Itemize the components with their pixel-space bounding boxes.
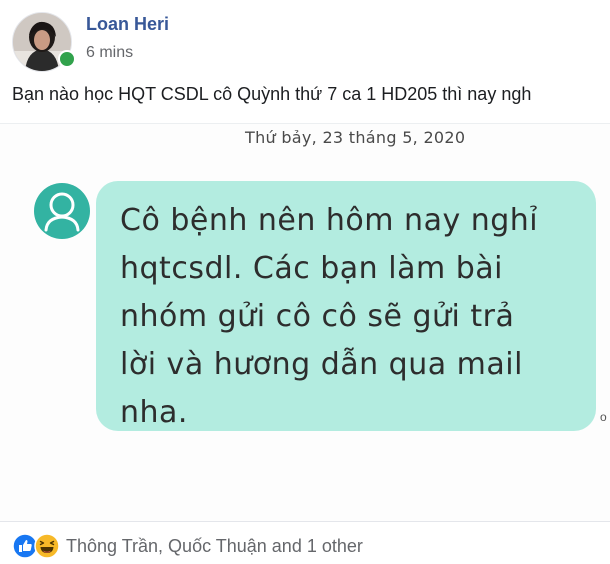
message-line: Cô bệnh nên hôm nay nghỉ	[120, 203, 539, 238]
message-line: nhóm gửi cô cô sẽ gửi trả	[120, 299, 515, 334]
message-line: hqtcsdl. Các bạn làm bài	[120, 251, 503, 286]
author-name[interactable]: Loan Heri	[86, 14, 169, 35]
post-timestamp[interactable]: 6 mins	[86, 44, 133, 62]
haha-icon	[34, 533, 60, 559]
side-mark: o	[600, 410, 607, 424]
chat-date-header: Thứ bảy, 23 tháng 5, 2020	[245, 128, 466, 147]
message-line: nha.	[120, 395, 188, 430]
post-text: Bạn nào học HQT CSDL cô Quỳnh thứ 7 ca 1…	[12, 84, 532, 104]
message-bubble: Cô bệnh nên hôm nay nghỉ hqtcsdl. Các bạ…	[96, 181, 596, 431]
online-status-indicator	[58, 50, 76, 68]
message-text: Cô bệnh nên hôm nay nghỉ hqtcsdl. Các bạ…	[120, 197, 580, 437]
post-image[interactable]: Thứ bảy, 23 tháng 5, 2020 Cô bệnh nên hô…	[0, 123, 610, 522]
message-line: lời và hương dẫn qua mail	[120, 347, 523, 382]
reactions-bar[interactable]: Thông Trần, Quốc Thuận and 1 other	[12, 532, 363, 560]
reaction-summary[interactable]: Thông Trần, Quốc Thuận and 1 other	[66, 536, 363, 557]
contact-avatar-icon	[33, 182, 91, 240]
